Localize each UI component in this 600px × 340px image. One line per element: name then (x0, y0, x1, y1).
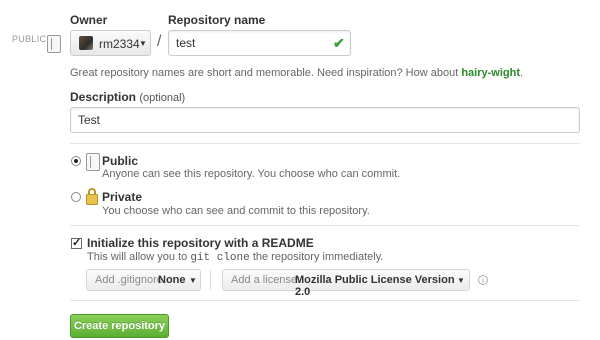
init-readme-desc: This will allow you to git clone the rep… (87, 251, 383, 264)
owner-label: Owner (70, 13, 108, 27)
gitignore-select[interactable]: Add .gitignore: None ▼ (86, 269, 201, 291)
repo-name-label: Repository name (168, 13, 266, 27)
license-select[interactable]: Add a license: Mozilla Public License Ve… (222, 269, 470, 298)
init-desc-pre: This will allow you to (87, 251, 188, 263)
slash-separator: / (157, 33, 162, 50)
caret-down-icon: ▼ (139, 39, 147, 48)
public-desc: Anyone can see this repository. You choo… (102, 168, 401, 180)
avatar (79, 36, 93, 50)
select-separator (210, 270, 211, 290)
license-value: Mozilla Public License Version 2.0 (295, 274, 455, 298)
divider (70, 143, 580, 144)
description-input[interactable] (70, 107, 580, 133)
check-icon: ✔ (333, 35, 345, 51)
divider (70, 225, 580, 226)
description-label: Description (optional) (70, 90, 185, 104)
public-title[interactable]: Public (102, 154, 138, 168)
owner-select[interactable]: rm2334 ▼ (70, 30, 151, 56)
caret-down-icon: ▼ (457, 276, 465, 285)
owner-name: rm2334 (99, 37, 140, 51)
radio-private[interactable] (71, 192, 81, 202)
create-repository-button[interactable]: Create repository (70, 314, 169, 338)
license-prefix: Add a license: (231, 274, 301, 286)
caret-down-icon: ▼ (189, 276, 197, 285)
private-desc: You choose who can see and commit to thi… (102, 205, 370, 217)
suggestion-text: Great repository names are short and mem… (70, 67, 462, 79)
init-readme-label[interactable]: Initialize this repository with a README (87, 236, 314, 250)
description-title: Description (70, 90, 137, 104)
book-icon (86, 153, 100, 171)
repo-name-input[interactable] (168, 30, 351, 56)
divider (70, 300, 580, 301)
description-optional: (optional) (139, 92, 186, 104)
init-desc-code: git clone (190, 252, 250, 264)
suggestion-link[interactable]: hairy-wight (461, 67, 520, 79)
init-desc-post: the repository immediately. (252, 251, 384, 263)
suggestion-end: . (519, 67, 524, 79)
gitignore-value: None (158, 274, 186, 286)
gitignore-prefix: Add .gitignore: (95, 274, 166, 286)
info-icon[interactable]: i (478, 275, 488, 285)
book-icon (47, 35, 61, 53)
radio-public[interactable] (71, 156, 81, 166)
lock-icon (86, 188, 98, 206)
public-badge: PUBLIC (12, 34, 47, 44)
name-suggestion: Great repository names are short and mem… (70, 67, 523, 79)
init-readme-checkbox[interactable]: ✓ (71, 237, 82, 249)
private-title[interactable]: Private (102, 190, 142, 204)
